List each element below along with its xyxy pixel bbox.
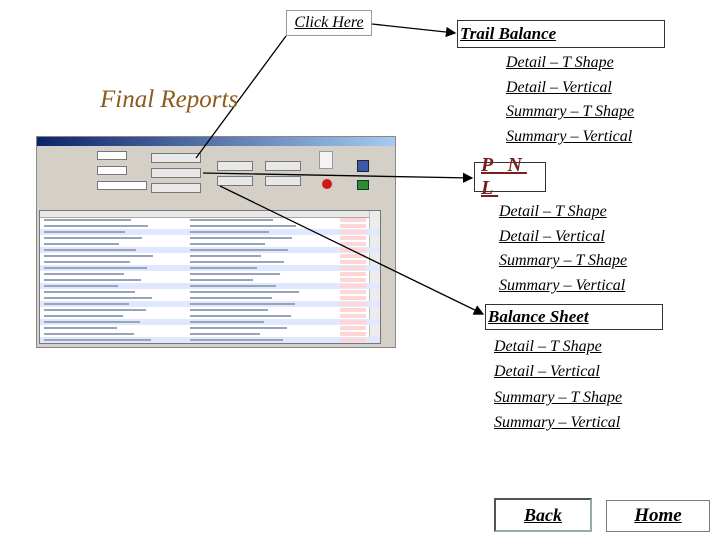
balance-sheet-summary-t-shape-link[interactable]: Summary – T Shape: [494, 385, 622, 410]
balance-sheet-detail-vertical-link[interactable]: Detail – Vertical: [494, 359, 622, 384]
window-body: [37, 146, 395, 347]
trail-balance-detail-vertical-link[interactable]: Detail – Vertical: [506, 76, 634, 101]
save-icon: [357, 160, 369, 172]
pnl-options: Detail – T Shape Detail – Vertical Summa…: [499, 200, 627, 298]
from-date-field: [97, 151, 127, 160]
pnl-summary-vertical-link[interactable]: Summary – Vertical: [499, 274, 627, 299]
final-reports-heading: Final Reports: [100, 86, 239, 113]
balance-sheet-detail-t-shape-link[interactable]: Detail – T Shape: [494, 334, 622, 359]
excel-icon: [357, 180, 369, 190]
trail-balance-options: Detail – T Shape Detail – Vertical Summa…: [506, 51, 634, 149]
pnl-window-button: [151, 168, 201, 178]
balance-sheet-options: Detail – T Shape Detail – Vertical Summa…: [494, 334, 622, 436]
pnl-summary-t-shape-link[interactable]: Summary – T Shape: [499, 249, 627, 274]
trail-balance-detail-t-shape-link[interactable]: Detail – T Shape: [506, 51, 634, 76]
to-date-field: [97, 166, 127, 175]
pnl-detail-vertical-link[interactable]: Detail – Vertical: [499, 225, 627, 250]
t-shape-option: [265, 161, 301, 171]
report-grid: [39, 210, 381, 344]
balance-sheet-title[interactable]: Balance Sheet: [485, 304, 663, 330]
window-titlebar: [37, 137, 395, 146]
print-icon: [319, 151, 333, 169]
detail-option: [217, 161, 253, 171]
trail-balance-window-button: [151, 153, 201, 163]
trail-balance-summary-vertical-link[interactable]: Summary – Vertical: [506, 125, 634, 150]
vertical-option: [265, 176, 301, 186]
trail-balance-title[interactable]: Trail Balance: [457, 20, 665, 48]
closing-stock-field: [97, 181, 147, 190]
balance-sheet-window-button: [151, 183, 201, 193]
pnl-title[interactable]: P N L: [474, 154, 546, 199]
pnl-detail-t-shape-link[interactable]: Detail – T Shape: [499, 200, 627, 225]
grid-row: [40, 337, 380, 343]
trail-balance-summary-t-shape-link[interactable]: Summary – T Shape: [506, 100, 634, 125]
summary-option: [217, 176, 253, 186]
arrow-to-trail-balance: [371, 23, 457, 38]
home-button[interactable]: Home: [606, 500, 710, 532]
final-reports-window-screenshot: [36, 136, 396, 348]
back-button[interactable]: Back: [494, 498, 592, 532]
click-here-button[interactable]: Click Here: [286, 10, 372, 36]
balance-sheet-summary-vertical-link[interactable]: Summary – Vertical: [494, 410, 622, 435]
close-icon: [322, 179, 332, 189]
